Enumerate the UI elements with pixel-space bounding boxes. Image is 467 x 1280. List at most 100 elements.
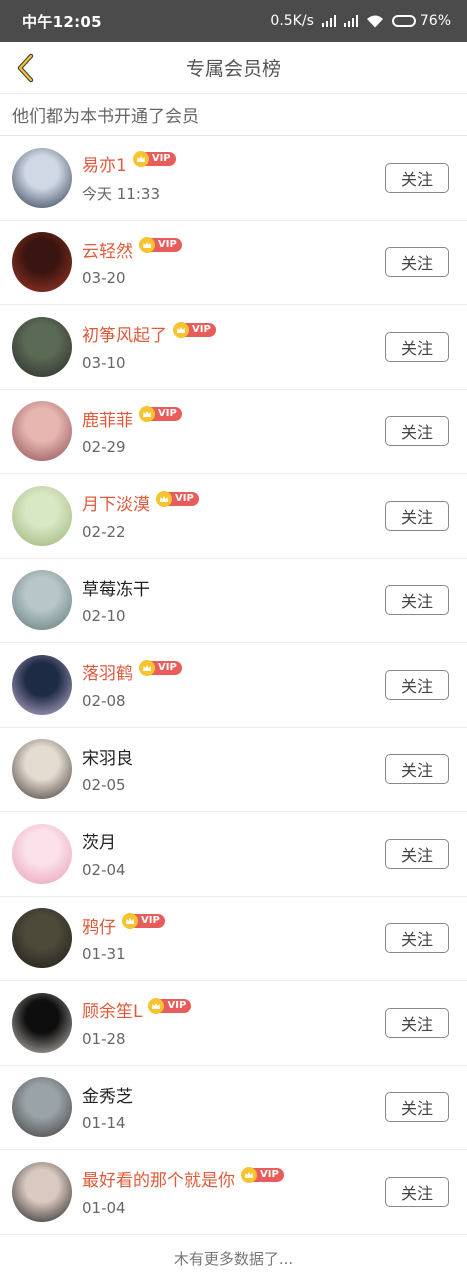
avatar[interactable]	[12, 570, 72, 631]
member-info: 云轻然 VIP 03-20	[82, 237, 385, 287]
crown-icon	[241, 1166, 257, 1183]
follow-button[interactable]: 关注	[385, 1092, 449, 1123]
member-info: 月下淡漠 VIP 02-22	[82, 490, 385, 541]
member-name[interactable]: 云轻然	[82, 237, 133, 262]
follow-button[interactable]: 关注	[385, 1176, 449, 1207]
member-date: 01-04	[82, 1198, 126, 1217]
member-row[interactable]: 顾余笙L VIP 01-28 关注	[0, 981, 467, 1066]
member-name[interactable]: 茨月	[82, 828, 116, 853]
name-line: 最好看的那个就是你 VIP	[82, 1166, 385, 1191]
member-date: 02-10	[82, 607, 126, 626]
vip-badge: VIP	[148, 997, 192, 1014]
member-info: 宋羽良 02-05	[82, 744, 385, 795]
member-row[interactable]: 金秀芝 01-14 关注	[0, 1066, 467, 1150]
follow-button[interactable]: 关注	[385, 754, 449, 785]
member-row[interactable]: 宋羽良 02-05 关注	[0, 728, 467, 812]
follow-button[interactable]: 关注	[385, 416, 449, 447]
member-row[interactable]: 云轻然 VIP 03-20 关注	[0, 221, 467, 305]
member-name[interactable]: 落羽鹤	[82, 659, 133, 684]
follow-button[interactable]: 关注	[385, 923, 449, 954]
avatar[interactable]	[12, 823, 72, 884]
member-date: 03-10	[82, 353, 126, 372]
member-row[interactable]: 鸦仔 VIP 01-31 关注	[0, 897, 467, 981]
member-row[interactable]: 草莓冻干 02-10 关注	[0, 559, 467, 643]
member-row[interactable]: 最好看的那个就是你 VIP 01-04 关注	[0, 1150, 467, 1235]
nav-bar: 专属会员榜	[0, 42, 467, 94]
member-row[interactable]: 落羽鹤 VIP 02-08 关注	[0, 643, 467, 728]
member-name[interactable]: 月下淡漠	[82, 490, 150, 515]
chevron-left-icon	[17, 53, 34, 83]
back-button[interactable]	[6, 48, 46, 88]
member-date: 02-29	[82, 438, 126, 457]
follow-button[interactable]: 关注	[385, 247, 449, 278]
avatar[interactable]	[12, 1077, 72, 1138]
member-row[interactable]: 茨月 02-04 关注	[0, 812, 467, 897]
wifi-icon	[366, 15, 383, 27]
follow-button[interactable]: 关注	[385, 331, 449, 362]
member-name[interactable]: 宋羽良	[82, 744, 133, 769]
list-subtitle: 他们都为本书开通了会员	[0, 94, 467, 136]
avatar[interactable]	[12, 654, 72, 715]
follow-button[interactable]: 关注	[385, 838, 449, 869]
member-date: 02-08	[82, 691, 126, 710]
name-line: 顾余笙L VIP	[82, 997, 385, 1022]
name-line: 易亦1 VIP	[82, 151, 385, 176]
crown-icon	[156, 490, 172, 507]
vip-badge: VIP	[139, 406, 182, 423]
member-date: 02-05	[82, 776, 126, 795]
member-date: 03-20	[82, 269, 126, 288]
member-info: 顾余笙L VIP 01-28	[82, 997, 385, 1048]
follow-button[interactable]: 关注	[385, 669, 449, 700]
member-name[interactable]: 易亦1	[82, 151, 127, 176]
member-info: 鹿菲菲 VIP 02-29	[82, 406, 385, 456]
follow-button[interactable]: 关注	[385, 1007, 449, 1038]
avatar[interactable]	[12, 1161, 72, 1222]
avatar[interactable]	[12, 739, 72, 800]
member-date: 01-31	[82, 945, 126, 964]
member-date: 02-04	[82, 860, 126, 879]
avatar[interactable]	[12, 992, 72, 1053]
member-name[interactable]: 初筝风起了	[82, 321, 167, 346]
member-date: 01-28	[82, 1029, 126, 1048]
member-date: 01-14	[82, 1114, 126, 1133]
vip-badge: VIP	[122, 913, 165, 930]
follow-button[interactable]: 关注	[385, 500, 449, 531]
member-row[interactable]: 月下淡漠 VIP 02-22 关注	[0, 474, 467, 559]
avatar[interactable]	[12, 401, 72, 462]
vip-badge: VIP	[139, 237, 182, 254]
member-name[interactable]: 最好看的那个就是你	[82, 1166, 235, 1191]
crown-icon	[139, 659, 155, 676]
vip-badge: VIP	[139, 659, 182, 676]
name-line: 落羽鹤 VIP	[82, 659, 385, 684]
member-row[interactable]: 易亦1 VIP 今天 11:33 关注	[0, 136, 467, 221]
member-row[interactable]: 初筝风起了 VIP 03-10 关注	[0, 305, 467, 390]
name-line: 月下淡漠 VIP	[82, 490, 385, 515]
avatar[interactable]	[12, 147, 72, 208]
vip-badge: VIP	[132, 151, 176, 168]
name-line: 金秀芝	[82, 1082, 385, 1107]
crown-icon	[132, 151, 149, 168]
member-info: 茨月 02-04	[82, 829, 385, 879]
net-speed: 0.5K/s	[270, 13, 314, 29]
avatar[interactable]	[12, 316, 72, 377]
member-name[interactable]: 顾余笙L	[82, 997, 142, 1022]
member-info: 鸦仔 VIP 01-31	[82, 913, 385, 963]
avatar[interactable]	[12, 908, 72, 969]
vip-badge: VIP	[156, 490, 199, 507]
member-name[interactable]: 鹿菲菲	[82, 406, 133, 431]
avatar[interactable]	[12, 485, 72, 546]
vip-badge: VIP	[173, 321, 216, 338]
avatar[interactable]	[12, 232, 72, 293]
member-row[interactable]: 鹿菲菲 VIP 02-29 关注	[0, 390, 467, 474]
member-name[interactable]: 金秀芝	[82, 1082, 133, 1107]
member-name[interactable]: 鸦仔	[82, 913, 116, 938]
member-date: 02-22	[82, 522, 126, 541]
name-line: 宋羽良	[82, 744, 385, 769]
page-title: 专属会员榜	[185, 58, 281, 80]
member-list: 易亦1 VIP 今天 11:33 关注 云轻然 VIP 03-20 关注 初筝风起了 VIP 03-…	[0, 136, 467, 1235]
status-time: 中午12:05	[22, 12, 102, 31]
follow-button[interactable]: 关注	[385, 162, 449, 193]
follow-button[interactable]: 关注	[385, 585, 449, 616]
member-name[interactable]: 草莓冻干	[82, 575, 150, 600]
battery-percent: 76%	[419, 13, 451, 29]
